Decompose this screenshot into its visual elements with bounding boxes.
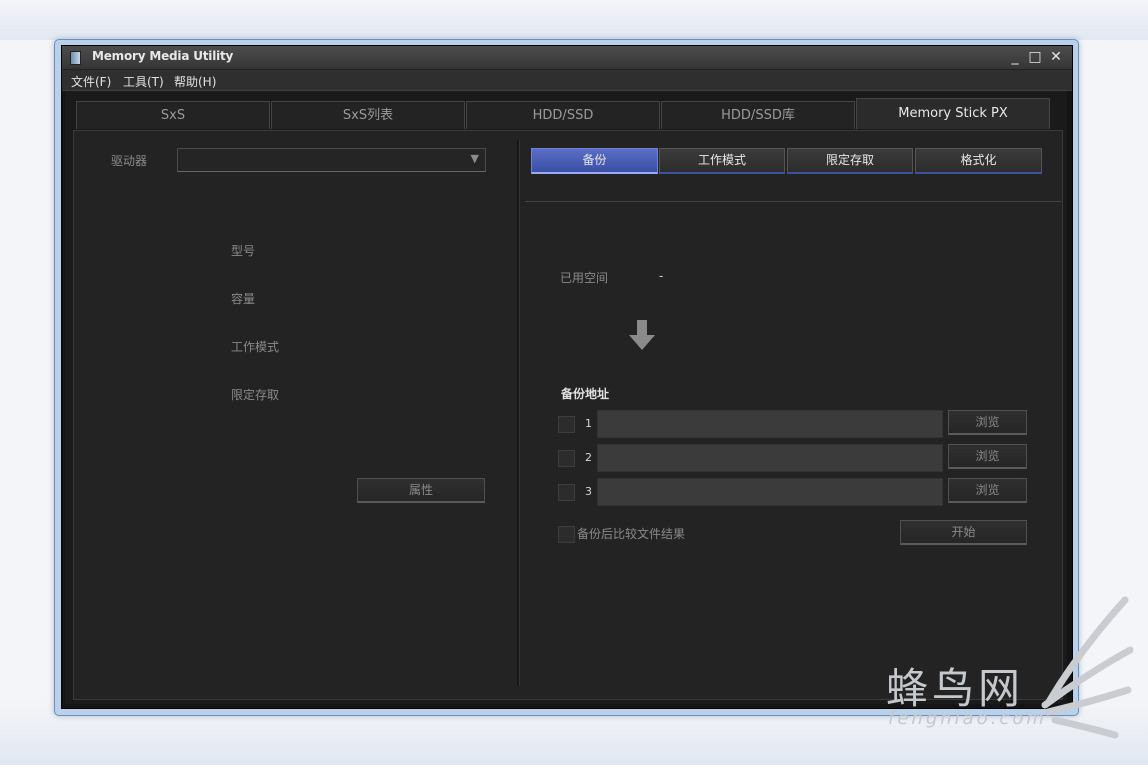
destination-1-index: 1 (585, 417, 592, 430)
menu-tools[interactable]: 工具(T) (123, 73, 164, 90)
tab-hdd-ssd-library[interactable]: HDD/SSD库 (661, 101, 855, 129)
backup-destination-title: 备份地址 (561, 387, 610, 401)
destination-3-index: 3 (585, 485, 592, 498)
main-content: SxS SxS列表 HDD/SSD HDD/SSD库 Memory Stick … (65, 91, 1067, 704)
watermark-logo-text: 蜂鸟网 (886, 664, 1025, 713)
destination-1-browse-button[interactable]: 浏览 (948, 410, 1027, 435)
tab-panel: 驱动器 ▼ 型号 容量 工作模式 限定存取 属性 备份 工作模式 限定存取 格式… (73, 130, 1063, 700)
drive-select[interactable]: ▼ (177, 148, 486, 172)
menu-file[interactable]: 文件(F) (71, 73, 111, 90)
work-mode-label: 工作模式 (231, 340, 280, 354)
menu-bar: 文件(F) 工具(T) 帮助(H) (62, 70, 1072, 91)
destination-1-checkbox[interactable] (558, 416, 575, 433)
segment-restricted-access[interactable]: 限定存取 (787, 148, 913, 174)
tab-sxs[interactable]: SxS (76, 101, 270, 129)
capacity-label: 容量 (231, 292, 256, 306)
minimize-button[interactable]: _ (1006, 48, 1024, 66)
segment-format[interactable]: 格式化 (915, 148, 1042, 174)
segment-backup[interactable]: 备份 (531, 148, 658, 174)
window-body: Memory Media Utility _ □ ✕ 文件(F) 工具(T) 帮… (61, 45, 1073, 709)
drive-label: 驱动器 (111, 154, 148, 168)
title-bar[interactable]: Memory Media Utility _ □ ✕ (62, 46, 1072, 70)
destination-2-path[interactable] (597, 444, 943, 472)
start-button[interactable]: 开始 (900, 520, 1027, 545)
tab-hdd-ssd[interactable]: HDD/SSD (466, 101, 660, 129)
menu-help[interactable]: 帮助(H) (174, 73, 216, 90)
window-title: Memory Media Utility (92, 49, 234, 63)
used-space-value: - (659, 269, 664, 283)
section-separator (525, 201, 1061, 202)
watermark-url: fengniao.com (888, 708, 1047, 729)
destination-3-browse-button[interactable]: 浏览 (948, 478, 1027, 503)
tab-sxs-list[interactable]: SxS列表 (271, 101, 465, 129)
destination-2-browse-button[interactable]: 浏览 (948, 444, 1027, 469)
close-button[interactable]: ✕ (1047, 48, 1065, 66)
destination-2-checkbox[interactable] (558, 450, 575, 467)
app-icon (70, 51, 81, 65)
used-space-label: 已用空间 (560, 271, 609, 285)
maximize-button[interactable]: □ (1026, 48, 1044, 66)
down-arrow-icon (629, 320, 655, 350)
compare-files-checkbox[interactable] (558, 526, 575, 543)
tab-memory-stick-px[interactable]: Memory Stick PX (856, 98, 1050, 129)
destination-3-path[interactable] (597, 478, 943, 506)
pane-divider (517, 140, 520, 686)
app-window: Memory Media Utility _ □ ✕ 文件(F) 工具(T) 帮… (54, 39, 1079, 716)
destination-3-checkbox[interactable] (558, 484, 575, 501)
restricted-access-label: 限定存取 (231, 388, 280, 402)
properties-button[interactable]: 属性 (357, 478, 485, 503)
compare-files-label: 备份后比较文件结果 (577, 527, 686, 541)
segment-work-mode[interactable]: 工作模式 (659, 148, 785, 174)
model-label: 型号 (231, 244, 256, 258)
destination-2-index: 2 (585, 451, 592, 464)
dropdown-arrow-icon: ▼ (470, 152, 479, 165)
destination-1-path[interactable] (597, 410, 943, 438)
